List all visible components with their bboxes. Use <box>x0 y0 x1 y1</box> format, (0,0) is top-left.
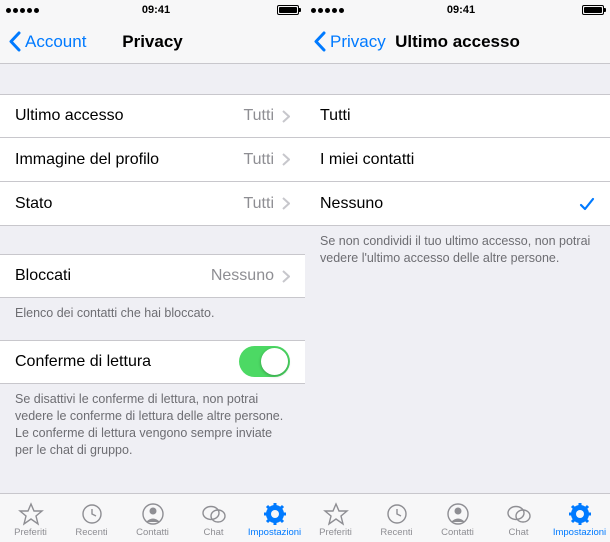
option-label: I miei contatti <box>320 151 595 169</box>
row-last-seen[interactable]: Ultimo accesso Tutti <box>0 94 305 138</box>
read-receipts-switch[interactable] <box>239 346 290 377</box>
tab-label: Chat <box>203 527 223 538</box>
clock-icon <box>79 502 105 526</box>
tab-favorites[interactable]: Preferiti <box>305 494 366 542</box>
row-label: Ultimo accesso <box>15 107 243 125</box>
row-label: Bloccati <box>15 267 211 285</box>
row-label: Stato <box>15 195 243 213</box>
signal-icon <box>311 8 344 13</box>
tab-contacts[interactable]: Contatti <box>122 494 183 542</box>
clock-icon <box>384 502 410 526</box>
chevron-left-icon <box>313 31 326 52</box>
back-button[interactable]: Privacy <box>313 31 386 52</box>
tab-bar: Preferiti Recenti Contatti Chat Impostaz… <box>0 493 305 542</box>
battery-icon <box>582 5 604 15</box>
status-time: 09:41 <box>142 4 170 16</box>
row-value: Nessuno <box>211 267 274 285</box>
row-value: Tutti <box>243 151 274 169</box>
check-icon <box>579 197 595 211</box>
tab-chats[interactable]: Chat <box>183 494 244 542</box>
tab-label: Preferiti <box>319 527 352 538</box>
tab-label: Impostazioni <box>248 527 301 538</box>
tab-favorites[interactable]: Preferiti <box>0 494 61 542</box>
row-read-receipts: Conferme di lettura <box>0 340 305 384</box>
back-button[interactable]: Account <box>8 31 86 52</box>
chat-icon <box>201 502 227 526</box>
tab-label: Chat <box>508 527 528 538</box>
tab-recents[interactable]: Recenti <box>61 494 122 542</box>
content: Tutti I miei contatti Nessuno Se non con… <box>305 64 610 493</box>
option-everyone[interactable]: Tutti <box>305 94 610 138</box>
chevron-right-icon <box>282 153 290 166</box>
tab-label: Impostazioni <box>553 527 606 538</box>
gear-icon <box>262 502 288 526</box>
last-seen-screen: 09:41 Privacy Ultimo accesso Tutti I mie… <box>305 0 610 542</box>
tab-bar: Preferiti Recenti Contatti Chat Impostaz… <box>305 493 610 542</box>
nav-bar: Privacy Ultimo accesso <box>305 20 610 64</box>
tab-chats[interactable]: Chat <box>488 494 549 542</box>
row-label: Immagine del profilo <box>15 151 243 169</box>
tab-label: Recenti <box>75 527 107 538</box>
contact-icon <box>140 502 166 526</box>
privacy-screen: 09:41 Account Privacy Ultimo accesso Tut… <box>0 0 305 542</box>
gear-icon <box>567 502 593 526</box>
tab-label: Preferiti <box>14 527 47 538</box>
tab-settings[interactable]: Impostazioni <box>244 494 305 542</box>
row-value: Tutti <box>243 195 274 213</box>
option-label: Nessuno <box>320 195 579 213</box>
option-label: Tutti <box>320 107 595 125</box>
tab-label: Contatti <box>441 527 474 538</box>
back-label: Privacy <box>330 32 386 52</box>
read-receipts-footer: Se disattivi le conferme di lettura, non… <box>0 384 305 469</box>
chevron-right-icon <box>282 197 290 210</box>
star-icon <box>323 502 349 526</box>
tab-contacts[interactable]: Contatti <box>427 494 488 542</box>
contact-icon <box>445 502 471 526</box>
row-blocked[interactable]: Bloccati Nessuno <box>0 254 305 298</box>
status-time: 09:41 <box>447 4 475 16</box>
chat-icon <box>506 502 532 526</box>
row-label: Conferme di lettura <box>15 353 239 371</box>
nav-bar: Account Privacy <box>0 20 305 64</box>
row-value: Tutti <box>243 107 274 125</box>
row-status[interactable]: Stato Tutti <box>0 182 305 226</box>
back-label: Account <box>25 32 86 52</box>
tab-label: Recenti <box>380 527 412 538</box>
content: Ultimo accesso Tutti Immagine del profil… <box>0 64 305 493</box>
option-my-contacts[interactable]: I miei contatti <box>305 138 610 182</box>
row-profile-photo[interactable]: Immagine del profilo Tutti <box>0 138 305 182</box>
star-icon <box>18 502 44 526</box>
tab-recents[interactable]: Recenti <box>366 494 427 542</box>
chevron-right-icon <box>282 270 290 283</box>
chevron-left-icon <box>8 31 21 52</box>
tab-label: Contatti <box>136 527 169 538</box>
status-bar: 09:41 <box>0 0 305 20</box>
signal-icon <box>6 8 39 13</box>
last-seen-footer: Se non condividi il tuo ultimo accesso, … <box>305 226 610 277</box>
chevron-right-icon <box>282 110 290 123</box>
battery-icon <box>277 5 299 15</box>
status-bar: 09:41 <box>305 0 610 20</box>
tab-settings[interactable]: Impostazioni <box>549 494 610 542</box>
blocked-footer: Elenco dei contatti che hai bloccato. <box>0 298 305 332</box>
option-nobody[interactable]: Nessuno <box>305 182 610 226</box>
